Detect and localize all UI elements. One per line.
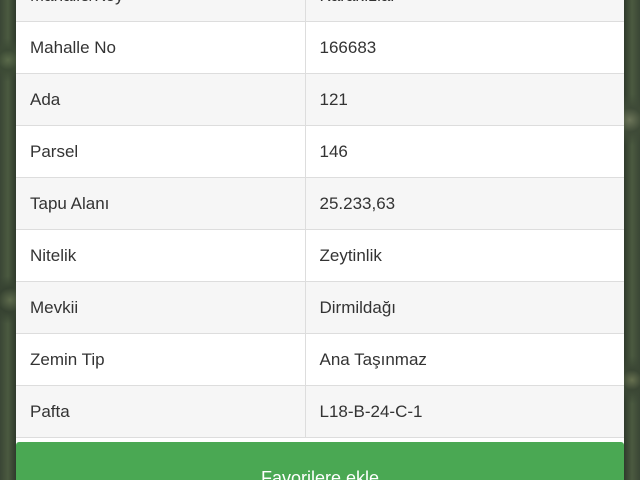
row-value: 121 [304, 73, 624, 126]
row-value: 25.233,63 [304, 177, 624, 230]
row-label: Tapu Alanı [16, 177, 305, 230]
parcel-info-table: Mahalle/Köy Karakızlar Mahalle No 166683… [16, 0, 624, 438]
row-value: Zeytinlik [304, 229, 624, 282]
row-label: Zemin Tip [16, 333, 305, 386]
row-value: Dirmildağı [304, 281, 624, 334]
table-row: Mevkii Dirmildağı [16, 281, 624, 334]
row-label: Parsel [16, 125, 305, 178]
row-value: Ana Taşınmaz [304, 333, 624, 386]
row-value: 166683 [304, 21, 624, 74]
row-label: Mahalle/Köy [16, 0, 305, 22]
row-value: 146 [304, 125, 624, 178]
table-row: Pafta L18-B-24-C-1 [16, 385, 624, 438]
table-row: Parsel 146 [16, 125, 624, 178]
parcel-info-panel: Mahalle/Köy Karakızlar Mahalle No 166683… [16, 0, 624, 480]
table-row: Ada 121 [16, 73, 624, 126]
row-label: Mahalle No [16, 21, 305, 74]
table-row: Zemin Tip Ana Taşınmaz [16, 333, 624, 386]
row-label: Ada [16, 73, 305, 126]
table-row: Mahalle/Köy Karakızlar [16, 0, 624, 22]
row-value: Karakızlar [304, 0, 624, 22]
add-to-favorites-button[interactable]: Favorilere ekle [16, 442, 624, 480]
row-value: L18-B-24-C-1 [304, 385, 624, 438]
row-label: Mevkii [16, 281, 305, 334]
table-row: Nitelik Zeytinlik [16, 229, 624, 282]
row-label: Nitelik [16, 229, 305, 282]
table-row: Mahalle No 166683 [16, 21, 624, 74]
table-row: Tapu Alanı 25.233,63 [16, 177, 624, 230]
row-label: Pafta [16, 385, 305, 438]
